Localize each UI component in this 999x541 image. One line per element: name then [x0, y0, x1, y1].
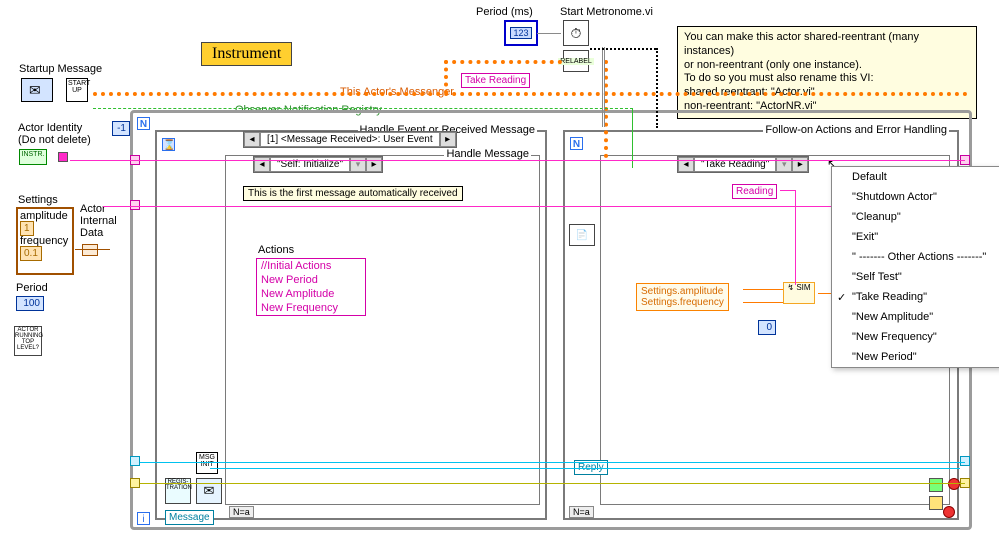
menu-item-takereading[interactable]: "Take Reading" — [832, 287, 999, 307]
followon-stop[interactable] — [943, 506, 955, 518]
event-case-prev[interactable]: ◂ — [244, 132, 260, 147]
identity-icon[interactable]: INSTR. — [19, 149, 47, 165]
relabel-vi-icon[interactable]: RELABEL — [563, 50, 589, 72]
event-case-next[interactable]: ▸ — [440, 132, 456, 147]
msginit-vi-icon[interactable]: MSG INIT — [196, 452, 218, 474]
sim-vi-icon[interactable]: ↯ SIM — [783, 282, 815, 304]
msg-title: Handle Message — [444, 148, 531, 160]
followon-title: Follow-on Actions and Error Handling — [763, 124, 949, 136]
followon-selector[interactable]: ◂ "Take Reading" ▾ ▸ — [677, 156, 809, 173]
instrument-tag: Instrument — [201, 42, 292, 66]
msg-vi-icon[interactable]: ✉ — [196, 478, 222, 504]
startup-label: Startup Message — [19, 63, 102, 75]
period-value-left[interactable]: 100 — [16, 296, 44, 311]
shift-register-3 — [960, 456, 970, 466]
actions-array[interactable]: //Initial Actions New Period New Amplitu… — [256, 258, 366, 316]
period-value: 123 — [510, 27, 531, 39]
handle-message-case: Handle Message — [225, 155, 540, 505]
case-context-menu[interactable]: Default "Shutdown Actor" "Cleanup" "Exit… — [831, 166, 999, 368]
internal-data-label: Actor Internal Data — [80, 203, 117, 239]
event-timeout-node: ⌛ — [162, 138, 175, 151]
shift-register-3l — [130, 456, 140, 466]
menu-item-default[interactable]: Default — [832, 167, 999, 187]
action-2: New Amplitude — [257, 287, 365, 301]
amplitude-value[interactable]: 1 — [20, 221, 34, 236]
menu-item-newfrequency[interactable]: "New Frequency" — [832, 327, 999, 347]
message-terminal: Message — [165, 510, 214, 525]
period-label-left: Period — [16, 282, 48, 294]
reading-terminal[interactable]: Reading — [732, 184, 777, 199]
actor-running-icon[interactable]: ACTOR RUNNING TOP LEVEL? — [14, 326, 42, 356]
metronome-vi-icon[interactable]: ⏱ — [563, 20, 589, 46]
registration-vi-icon[interactable]: REGIS- TRATION — [165, 478, 191, 504]
metronome-label: Start Metronome.vi — [560, 6, 653, 18]
shift-register-2l — [130, 200, 140, 210]
identity-label: Actor Identity (Do not delete) — [18, 122, 91, 146]
neg1-constant[interactable]: -1 — [112, 121, 130, 136]
reentrancy-comment: You can make this actor shared-reentrant… — [677, 26, 977, 119]
startup-vi-icon[interactable]: START UP — [66, 78, 88, 102]
shift-register-4l — [130, 478, 140, 488]
actions-header: Actions — [258, 244, 294, 256]
menu-item-selftest[interactable]: "Self Test" — [832, 267, 999, 287]
internal-data-bundle-icon[interactable] — [82, 244, 98, 256]
followon-n: N — [570, 137, 583, 150]
period-constant-icon[interactable]: 123 — [504, 20, 538, 46]
unbundle-block[interactable]: Settings.amplitude Settings.frequency — [636, 283, 729, 311]
identity-terminal — [58, 152, 68, 162]
event-case-value: [1] <Message Received>: User Event — [260, 132, 440, 147]
menu-item-exit[interactable]: "Exit" — [832, 227, 999, 247]
inner-na: N=a — [229, 506, 254, 518]
tunnel-2 — [929, 496, 943, 510]
frequency-value[interactable]: 0.1 — [20, 246, 42, 261]
zero-constant[interactable]: 0 — [758, 320, 776, 335]
tunnel-1 — [929, 478, 943, 492]
startup-msg-icon[interactable] — [21, 78, 53, 102]
settings-label: Settings — [18, 194, 58, 206]
metronome-glyph: ⏱ — [571, 25, 582, 42]
loop-i: i — [137, 512, 150, 525]
unbundle-frequency: Settings.frequency — [641, 297, 724, 308]
take-reading-terminal[interactable]: Take Reading — [461, 73, 530, 88]
action-0: //Initial Actions — [257, 259, 365, 273]
loop-n: N — [137, 117, 150, 130]
menu-item-divider[interactable]: " ------- Other Actions -------" — [832, 247, 999, 267]
first-msg-banner: This is the first message automatically … — [243, 186, 463, 201]
unbundle-amplitude: Settings.amplitude — [641, 286, 724, 297]
event-case-selector[interactable]: ◂ [1] <Message Received>: User Event ▸ — [243, 131, 457, 148]
outer-stop[interactable] — [948, 478, 960, 490]
menu-item-cleanup[interactable]: "Cleanup" — [832, 207, 999, 227]
period-label: Period (ms) — [476, 6, 533, 18]
variant-icon[interactable]: 📄 — [569, 224, 595, 246]
action-3: New Frequency — [257, 301, 365, 315]
followon-na: N=a — [569, 506, 594, 518]
menu-item-shutdown[interactable]: "Shutdown Actor" — [832, 187, 999, 207]
action-1: New Period — [257, 273, 365, 287]
settings-cluster[interactable]: amplitude 1 frequency 0.1 — [16, 207, 74, 275]
menu-item-newamplitude[interactable]: "New Amplitude" — [832, 307, 999, 327]
menu-item-newperiod[interactable]: "New Period" — [832, 347, 999, 367]
msg-case-selector[interactable]: ◂ "Self: Initialize" ▾ ▸ — [253, 156, 383, 173]
